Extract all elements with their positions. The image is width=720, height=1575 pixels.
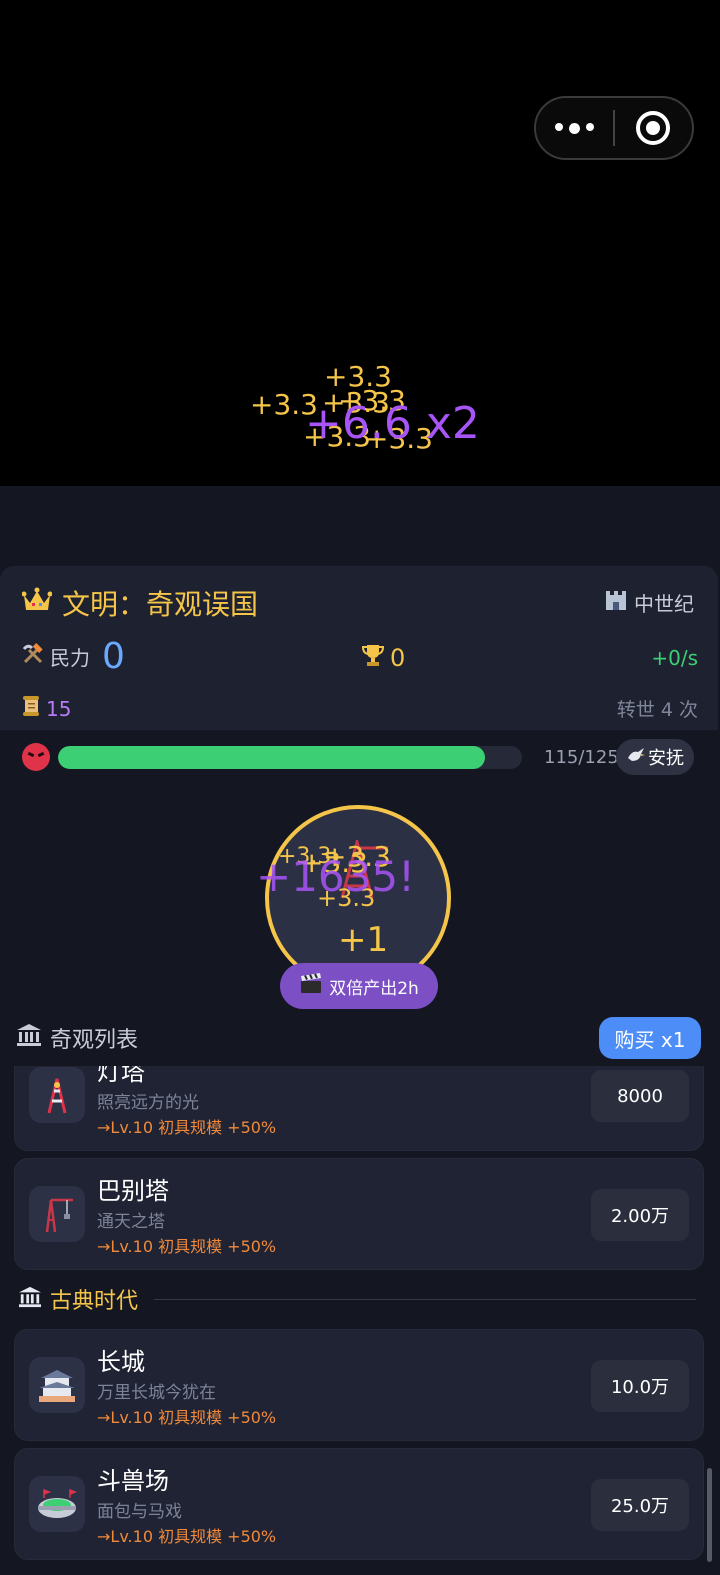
trophy-icon (361, 643, 385, 673)
wonder-list: 灯塔 照亮远方的光 →Lv.10 初具规模 +50% 8000 巴别塔 通天之塔… (0, 1066, 720, 1575)
wonder-list-title: 奇观列表 (16, 1022, 138, 1054)
income-rate: +0/s (651, 646, 698, 670)
buy-price-button[interactable]: 10.0万 (591, 1360, 689, 1412)
pacify-button[interactable]: 安抚 (616, 739, 694, 775)
tap-reward: +1 (338, 920, 389, 960)
double-output-button[interactable]: 双倍产出2h (280, 963, 438, 1009)
era-section-header: 古典时代 (18, 1283, 696, 1315)
crown-icon (21, 587, 53, 620)
classical-building-icon (16, 1023, 42, 1053)
era-label: 中世纪 (604, 588, 694, 617)
buy-price-button[interactable]: 8000 (591, 1070, 689, 1122)
anger-progress-track (58, 746, 522, 769)
buy-price-button[interactable]: 25.0万 (591, 1479, 689, 1531)
anger-meter: 115/125 安抚 (20, 739, 700, 777)
mini-program-capsule (534, 96, 694, 160)
wonder-card: 长城 万里长城今犹在 →Lv.10 初具规模 +50% 10.0万 (14, 1329, 704, 1441)
reincarnation-count: 转世 4 次 (616, 699, 698, 721)
wonder-card: 巴别塔 通天之塔 →Lv.10 初具规模 +50% 2.00万 (14, 1158, 704, 1270)
more-dots-icon[interactable] (536, 122, 613, 134)
tap-bonus: +1635! (256, 852, 415, 901)
dove-icon (626, 746, 646, 769)
clapperboard-icon (299, 972, 323, 1000)
trophy-stat: 0 (361, 643, 405, 673)
floating-bonus: +6.6 x2 (305, 398, 480, 449)
wonder-card: 斗兽场 面包与马戏 →Lv.10 初具规模 +50% 25.0万 (14, 1448, 704, 1560)
target-circle-icon (636, 111, 671, 145)
angry-face-icon (22, 743, 50, 771)
castle-icon (604, 589, 628, 616)
buy-price-button[interactable]: 2.00万 (591, 1189, 689, 1241)
wonder-card: 灯塔 照亮远方的光 →Lv.10 初具规模 +50% 8000 (14, 1066, 704, 1151)
close-program-button[interactable] (615, 111, 692, 145)
classical-building-icon (18, 1286, 42, 1312)
section-divider (154, 1298, 696, 1300)
scroll-stat: 15 (22, 695, 71, 722)
tower-icon (29, 1067, 85, 1123)
power-stat: 民力 0 (22, 636, 125, 677)
scroll-icon (22, 695, 40, 722)
buy-quantity-button[interactable]: 购买 x1 (599, 1017, 701, 1059)
anger-value: 115/125 (544, 747, 619, 768)
power-value: 0 (102, 636, 125, 677)
civilization-title: 文明：奇观误国 (21, 583, 258, 623)
hammer-pick-icon (22, 643, 44, 670)
castle-icon (29, 1357, 85, 1413)
crane-icon (29, 1186, 85, 1242)
list-scrollbar[interactable] (707, 1468, 712, 1562)
stadium-icon (29, 1476, 85, 1532)
anger-progress-fill (58, 746, 485, 769)
